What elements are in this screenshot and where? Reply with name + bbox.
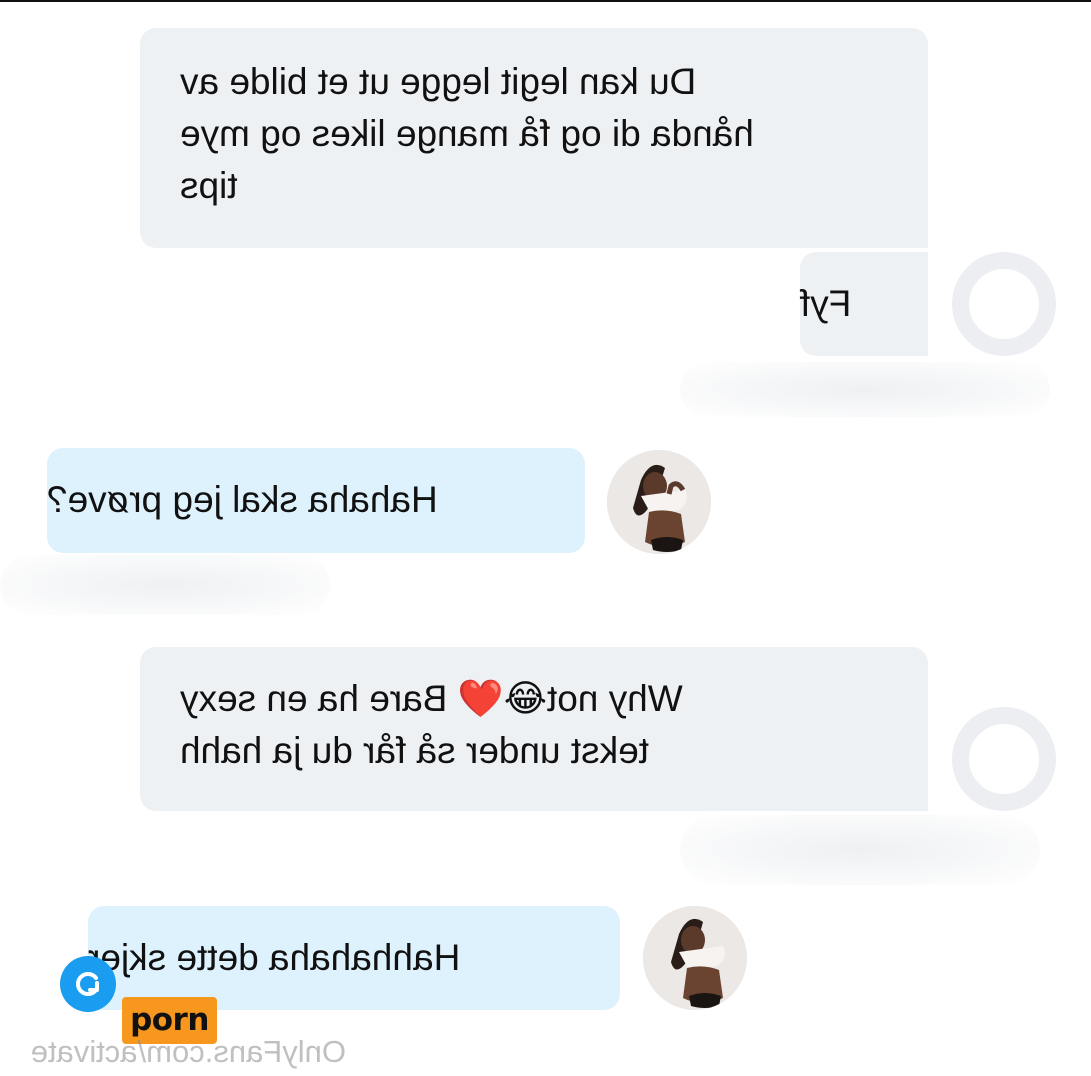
smudge	[680, 815, 1040, 885]
avatar-ring-icon	[952, 707, 1056, 811]
message-bubble-5[interactable]: Hahhahaha dette skjer	[88, 906, 620, 1010]
message-text-4: Why not😂❤️ Bare ha en sexy tekst under s…	[180, 678, 683, 771]
top-border	[0, 0, 1091, 2]
message-text-1: Du kan legit legge ut et bilde av hånda …	[180, 61, 754, 206]
avatar-ring-icon	[952, 252, 1056, 356]
user-avatar[interactable]	[607, 450, 711, 554]
message-bubble-3[interactable]: Hahaha skal jeg prøve?	[47, 448, 585, 553]
smudge	[680, 362, 1050, 417]
reply-arrow-icon	[76, 972, 99, 996]
message-text-5: Hahhahaha dette skjer	[88, 937, 461, 978]
message-bubble-4[interactable]: Why not😂❤️ Bare ha en sexy tekst under s…	[140, 647, 928, 811]
message-text-2: Fyf	[800, 283, 852, 324]
user-avatar[interactable]	[643, 906, 747, 1010]
reply-button[interactable]	[60, 956, 116, 1012]
watermark-text: OnlyFans.com/activate	[30, 1034, 346, 1069]
message-bubble-1[interactable]: Du kan legit legge ut et bilde av hånda …	[140, 28, 928, 248]
message-bubble-2[interactable]: Fyf	[800, 252, 928, 356]
smudge	[0, 555, 330, 615]
message-text-3: Hahaha skal jeg prøve?	[47, 479, 438, 520]
